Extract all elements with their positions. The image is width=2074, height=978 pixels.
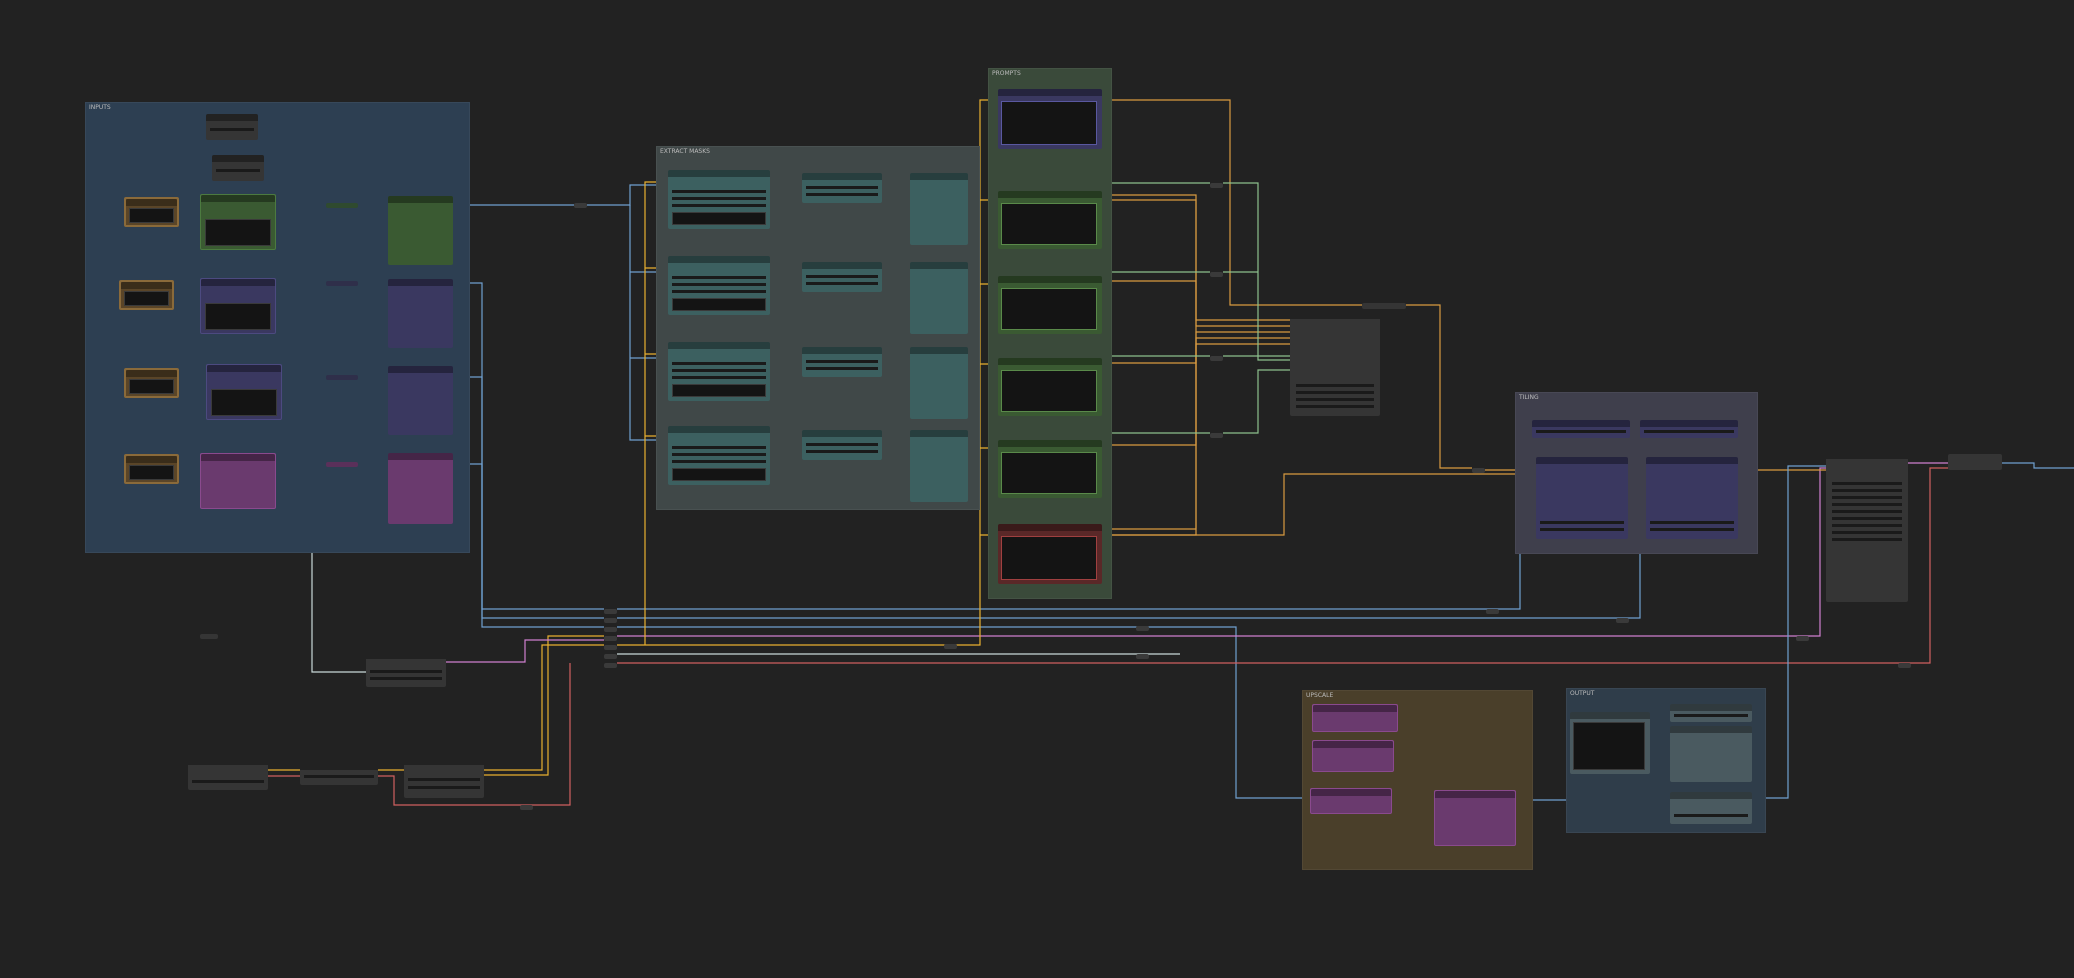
wire-save-out bbox=[2002, 462, 2074, 469]
node-load-image-magenta[interactable] bbox=[200, 453, 276, 509]
wire-clip-1 bbox=[484, 644, 604, 771]
node-prompt-green-2[interactable] bbox=[998, 276, 1102, 334]
reroute-node[interactable] bbox=[1136, 654, 1149, 659]
node-prompt-green-3[interactable] bbox=[998, 358, 1102, 416]
node-mask-extract-1[interactable] bbox=[668, 170, 770, 229]
wire-combine-out bbox=[1406, 304, 1472, 469]
node-height-input[interactable] bbox=[212, 155, 264, 181]
node-mask-magenta[interactable] bbox=[388, 453, 453, 524]
reroute-node[interactable] bbox=[604, 645, 617, 650]
reroute-node[interactable] bbox=[1616, 618, 1629, 623]
reroute-node[interactable] bbox=[1796, 636, 1809, 641]
node-mask-blur-1[interactable] bbox=[802, 173, 882, 203]
node-prompt-green-1[interactable] bbox=[998, 191, 1102, 249]
wire-mask-bus-3 bbox=[453, 463, 604, 628]
group-title: EXTRACT MASKS bbox=[660, 148, 710, 155]
node-vae-decode[interactable] bbox=[1826, 452, 1908, 602]
node-convert-purple-1[interactable] bbox=[326, 281, 358, 286]
node-output-preview[interactable] bbox=[1570, 712, 1650, 774]
reroute-node[interactable] bbox=[944, 644, 957, 649]
group-title: PROMPTS bbox=[992, 70, 1021, 77]
node-image-preview-3[interactable] bbox=[124, 368, 179, 398]
wire-prompt-1 bbox=[1102, 99, 1362, 306]
reroute-node[interactable] bbox=[520, 805, 533, 810]
node-mask-blur-3[interactable] bbox=[802, 347, 882, 377]
node-image-preview-4[interactable] bbox=[124, 454, 179, 484]
node-convert-magenta[interactable] bbox=[326, 462, 358, 467]
node-mask-preview-2[interactable] bbox=[910, 262, 968, 334]
group-title: TILING bbox=[1519, 394, 1539, 401]
node-save-image[interactable] bbox=[1948, 454, 2002, 470]
node-tiled-sampler-1[interactable] bbox=[1536, 457, 1628, 539]
wire-mask-bus-2 bbox=[453, 376, 604, 619]
wire-clip-2 bbox=[484, 635, 604, 776]
node-upscale-model-3[interactable] bbox=[1310, 788, 1392, 814]
wire-mask-bus-1 bbox=[453, 282, 604, 610]
node-load-image-green[interactable] bbox=[200, 194, 276, 250]
node-lora-loader[interactable] bbox=[300, 763, 378, 785]
wire-bus-to-upscale bbox=[617, 626, 1310, 799]
reroute-node[interactable] bbox=[1210, 433, 1223, 438]
reroute-node[interactable] bbox=[604, 663, 617, 668]
node-tile-setting-2[interactable] bbox=[1640, 420, 1738, 438]
node-image-preview-1[interactable] bbox=[124, 197, 179, 227]
node-tiled-sampler-2[interactable] bbox=[1646, 457, 1738, 539]
node-mask-preview-3[interactable] bbox=[910, 347, 968, 419]
node-width-input[interactable] bbox=[206, 114, 258, 140]
reroute-node[interactable] bbox=[574, 203, 587, 208]
node-output-setting-1[interactable] bbox=[1670, 704, 1752, 722]
reroute-node[interactable] bbox=[1486, 609, 1499, 614]
node-load-image-purple-2[interactable] bbox=[206, 364, 282, 420]
node-small-primitive[interactable] bbox=[1362, 303, 1406, 309]
node-mask-purple-2[interactable] bbox=[388, 366, 453, 435]
reroute-node[interactable] bbox=[604, 627, 617, 632]
group-title: INPUTS bbox=[89, 104, 111, 111]
reroute-node[interactable] bbox=[604, 636, 617, 641]
node-upscale-model-1[interactable] bbox=[1312, 704, 1398, 732]
node-conditioning-combine[interactable] bbox=[1290, 312, 1380, 416]
reroute-node[interactable] bbox=[1210, 272, 1223, 277]
node-load-image-purple-1[interactable] bbox=[200, 278, 276, 334]
reroute-node[interactable] bbox=[1472, 468, 1485, 473]
wire-prompt-green-4b bbox=[1223, 369, 1290, 434]
wire-prompt-combine bbox=[1102, 280, 1290, 327]
node-mask-preview-4[interactable] bbox=[910, 430, 968, 502]
node-upscale-model-2[interactable] bbox=[1312, 740, 1394, 772]
node-prompt-negative[interactable] bbox=[998, 524, 1102, 584]
reroute-node[interactable] bbox=[604, 654, 617, 659]
reroute-node[interactable] bbox=[604, 609, 617, 614]
node-mask-blur-4[interactable] bbox=[802, 430, 882, 460]
reroute-node[interactable] bbox=[1136, 626, 1149, 631]
node-output-setting-3[interactable] bbox=[1670, 792, 1752, 824]
node-convert-green[interactable] bbox=[326, 203, 358, 208]
reroute-node[interactable] bbox=[1210, 356, 1223, 361]
node-upscale-image[interactable] bbox=[1434, 790, 1516, 846]
node-mask-extract-3[interactable] bbox=[668, 342, 770, 401]
node-mask-blur-2[interactable] bbox=[802, 262, 882, 292]
node-prompt-green-4[interactable] bbox=[998, 440, 1102, 498]
node-mask-purple-1[interactable] bbox=[388, 279, 453, 348]
node-convert-purple-2[interactable] bbox=[326, 375, 358, 380]
node-tiny-collapsed[interactable] bbox=[200, 634, 218, 639]
node-mask-extract-4[interactable] bbox=[668, 426, 770, 485]
reroute-node[interactable] bbox=[1898, 663, 1911, 668]
node-prompt-purple[interactable] bbox=[998, 89, 1102, 149]
wire-prompt-2 bbox=[1102, 199, 1197, 536]
wire-prompt-combine bbox=[1102, 343, 1290, 530]
reroute-node[interactable] bbox=[1210, 183, 1223, 188]
group-title: OUTPUT bbox=[1570, 690, 1595, 697]
wire-controlnet bbox=[446, 639, 604, 663]
node-image-preview-2[interactable] bbox=[119, 280, 174, 310]
node-mask-green[interactable] bbox=[388, 196, 453, 265]
node-mask-preview-1[interactable] bbox=[910, 173, 968, 245]
node-mask-extract-2[interactable] bbox=[668, 256, 770, 315]
group-title: UPSCALE bbox=[1306, 692, 1334, 699]
node-checkpoint-loader[interactable] bbox=[188, 758, 268, 790]
node-controlnet-loader[interactable] bbox=[366, 652, 446, 687]
reroute-node[interactable] bbox=[604, 618, 617, 623]
node-output-setting-2[interactable] bbox=[1670, 726, 1752, 782]
node-model-loader[interactable] bbox=[404, 758, 484, 798]
node-tile-setting-1[interactable] bbox=[1532, 420, 1630, 438]
wire-negative bbox=[1102, 473, 1536, 536]
